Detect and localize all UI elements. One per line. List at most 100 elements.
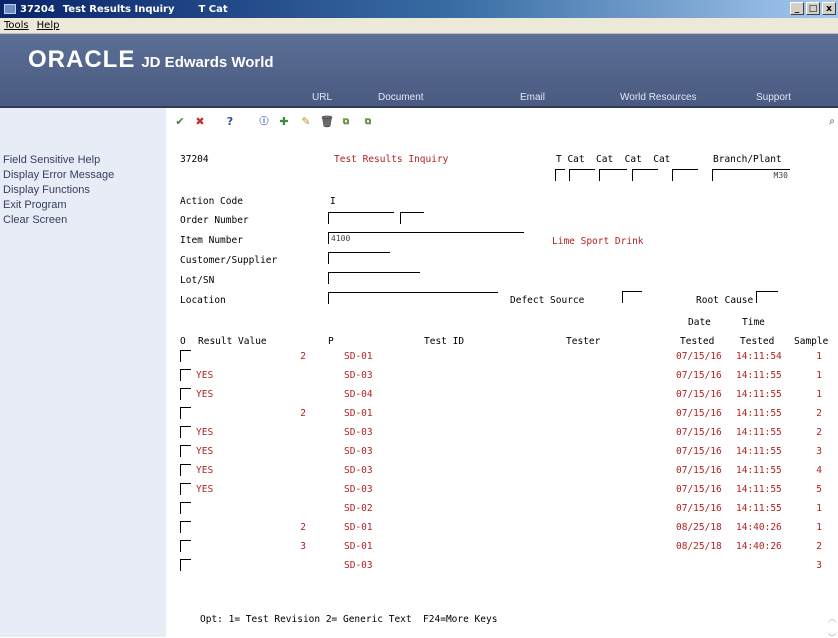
row-p: SD-03 (344, 465, 373, 476)
row-option-field[interactable] (180, 521, 191, 533)
row-option-field[interactable] (180, 464, 191, 476)
delete-icon[interactable]: 🗑 (320, 116, 334, 128)
row-option-field[interactable] (180, 369, 191, 381)
window-titlebar: 37204 Test Results Inquiry T Cat _ □ x (0, 0, 838, 18)
search-icon[interactable]: ⌕ (826, 116, 838, 128)
row-result-value: YES (196, 389, 214, 400)
location-field[interactable] (328, 292, 498, 304)
row-time: 14:11:55 (736, 408, 782, 419)
row-option-field[interactable] (180, 407, 191, 419)
window-subtitle: T Cat (198, 3, 228, 15)
row-option-field[interactable] (180, 540, 191, 552)
header-o: O (180, 336, 186, 347)
row-date: 07/15/16 (676, 503, 722, 514)
paste-icon[interactable]: ⧉ (362, 116, 374, 128)
row-time: 14:11:55 (736, 427, 782, 438)
item-number-label: Item Number (180, 235, 243, 246)
branch-plant-value: M30 (773, 171, 788, 180)
row-option-field[interactable] (180, 388, 191, 400)
row-result-value: 2 (300, 408, 306, 419)
branch-plant-label: Branch/Plant (713, 154, 782, 165)
row-result-value: 3 (300, 541, 306, 552)
app-icon (4, 4, 16, 14)
copy-icon[interactable]: ⧉ (340, 116, 352, 128)
close-button[interactable]: x (822, 2, 836, 15)
cat3-field[interactable] (632, 169, 658, 181)
row-option-field[interactable] (180, 445, 191, 457)
row-p: SD-03 (344, 446, 373, 457)
row-sample: 2 (816, 427, 822, 438)
edit-icon[interactable]: ✎ (300, 116, 312, 128)
info-icon[interactable]: ⓘ (258, 116, 270, 128)
row-date: 07/15/16 (676, 484, 722, 495)
header-date-bottom: Tested (680, 336, 715, 347)
menu-tools[interactable]: Tools (4, 20, 29, 31)
row-option-field[interactable] (180, 559, 191, 571)
header-p: P (328, 336, 334, 347)
branch-plant-field[interactable]: M30 (712, 169, 790, 181)
menu-bar: Tools Help (0, 18, 838, 34)
sidebar-item-exit-program[interactable]: Exit Program (3, 198, 166, 213)
t-field[interactable] (555, 169, 565, 181)
row-date: 08/25/18 (676, 522, 722, 533)
row-date: 07/15/16 (676, 370, 722, 381)
row-sample: 4 (816, 465, 822, 476)
menu-help[interactable]: Help (37, 20, 60, 31)
form-title: Test Results Inquiry (334, 154, 449, 165)
row-p: SD-04 (344, 389, 373, 400)
row-date: 07/15/16 (676, 389, 722, 400)
cat1-field[interactable] (569, 169, 595, 181)
location-label: Location (180, 295, 226, 306)
window-controls: _ □ x (790, 2, 836, 15)
sidebar-item-display-functions[interactable]: Display Functions (3, 183, 166, 198)
x-icon[interactable]: ✖ (194, 116, 206, 128)
root-cause-field[interactable] (756, 291, 778, 303)
customer-supplier-field[interactable] (328, 252, 390, 264)
footer-options: Opt: 1= Test Revision 2= Generic Text F2… (200, 614, 498, 625)
window-program-id: 37204 (20, 3, 55, 15)
row-sample: 3 (816, 560, 822, 571)
action-code-value[interactable]: I (330, 196, 336, 207)
sidebar-item-field-sensitive-help[interactable]: Field Sensitive Help (3, 153, 166, 168)
row-result-value: YES (196, 465, 214, 476)
row-result-value: 2 (300, 351, 306, 362)
defect-source-field[interactable] (622, 291, 642, 303)
row-sample: 2 (816, 408, 822, 419)
sidebar-item-clear-screen[interactable]: Clear Screen (3, 213, 166, 228)
scroll-icons[interactable]: ◠ ◡ (828, 618, 836, 638)
row-time: 14:11:55 (736, 484, 782, 495)
nav-support[interactable]: Support (756, 92, 791, 103)
scroll-up-icon[interactable]: ◠ (828, 618, 836, 628)
row-time: 14:11:55 (736, 465, 782, 476)
order-number-label: Order Number (180, 215, 249, 226)
row-option-field[interactable] (180, 502, 191, 514)
row-sample: 2 (816, 541, 822, 552)
minimize-button[interactable]: _ (790, 2, 804, 15)
row-option-field[interactable] (180, 350, 191, 362)
header-sample: Sample (794, 336, 829, 347)
row-sample: 1 (816, 389, 822, 400)
nav-document[interactable]: Document (378, 92, 424, 103)
sidebar-item-display-error-message[interactable]: Display Error Message (3, 168, 166, 183)
row-p: SD-02 (344, 503, 373, 514)
row-option-field[interactable] (180, 483, 191, 495)
row-option-field[interactable] (180, 426, 191, 438)
nav-email[interactable]: Email (520, 92, 545, 103)
main-form: ✔ ✖ ? ⓘ ✚ ✎ 🗑 ⧉ ⧉ ⌕ 37204 Test Results I… (166, 108, 838, 638)
order-number-field[interactable] (328, 212, 394, 224)
header-test-id: Test ID (424, 336, 465, 347)
add-icon[interactable]: ✚ (278, 116, 290, 128)
lot-sn-label: Lot/SN (180, 275, 215, 286)
cat2-field[interactable] (599, 169, 627, 181)
lot-sn-field[interactable] (328, 272, 420, 284)
customer-supplier-label: Customer/Supplier (180, 255, 278, 266)
item-number-field[interactable]: 4100 (328, 232, 524, 244)
check-icon[interactable]: ✔ (174, 116, 186, 128)
cat4-field[interactable] (672, 169, 698, 181)
order-type-field[interactable] (400, 212, 424, 224)
root-cause-label: Root Cause (696, 295, 754, 306)
nav-world-resources[interactable]: World Resources (620, 92, 697, 103)
maximize-button[interactable]: □ (806, 2, 820, 15)
nav-url[interactable]: URL (312, 92, 332, 103)
help-icon[interactable]: ? (224, 116, 236, 128)
